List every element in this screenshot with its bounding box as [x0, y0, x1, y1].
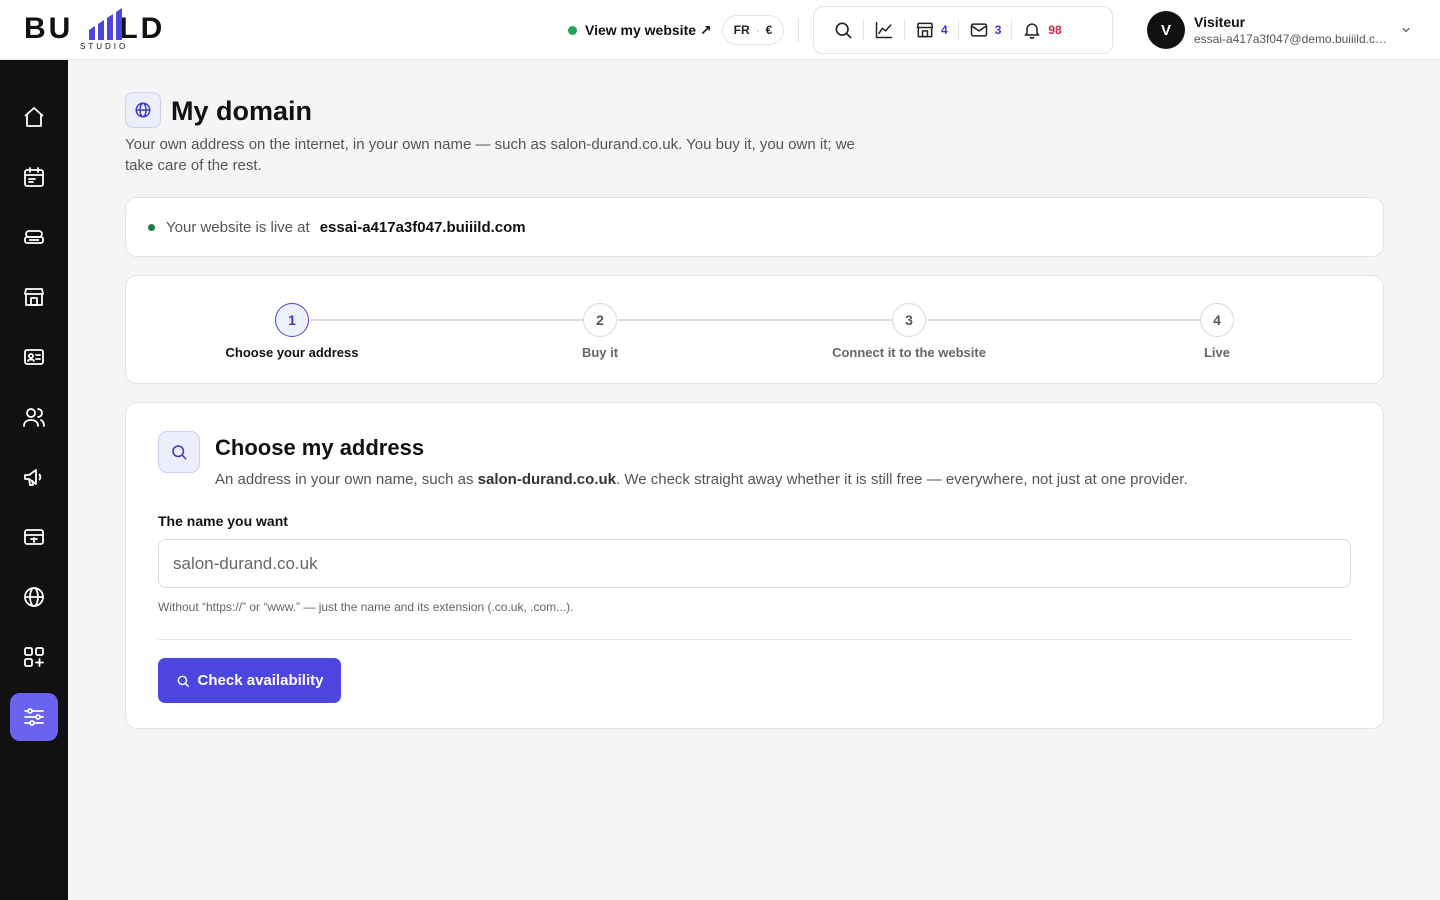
services-icon	[24, 230, 44, 244]
notifications-count-badge: 98	[1048, 23, 1062, 37]
logo-text-left: BU	[24, 12, 74, 45]
language-currency-switcher[interactable]: FR · €	[722, 15, 784, 45]
messages-button[interactable]: 3	[962, 14, 1009, 46]
globe-icon	[135, 102, 151, 118]
sidebar-item-marketing[interactable]	[10, 453, 58, 501]
shop-icon	[24, 288, 44, 306]
page-title: My domain	[171, 96, 313, 126]
page-description: Your own address on the internet, in you…	[125, 136, 855, 174]
step-4-label: Live	[1203, 345, 1230, 360]
sidebar-item-shop[interactable]	[10, 273, 58, 321]
domain-name-label: The name you want	[158, 513, 288, 529]
sidebar-item-payments[interactable]	[10, 513, 58, 561]
step-2-indicator: 2	[583, 303, 617, 337]
user-email: essai-a417a3f047@demo.buiiild.com	[1194, 32, 1390, 46]
toolbar-divider	[904, 19, 905, 41]
header-toolbar: 4 3 98	[813, 6, 1113, 54]
form-description-prefix: An address in your own name, such as	[215, 471, 478, 488]
payment-card-icon	[24, 529, 44, 545]
sidebar-item-calendar[interactable]	[10, 153, 58, 201]
view-website-link[interactable]: View my website ↗	[568, 18, 712, 42]
step-1-label: Choose your address	[225, 345, 359, 360]
sidebar-item-users[interactable]	[10, 393, 58, 441]
sidebar	[0, 60, 68, 900]
domain-name-input[interactable]	[158, 539, 1351, 588]
bell-icon	[1024, 23, 1040, 40]
search-button[interactable]	[826, 14, 860, 46]
choose-address-card: Choose my address An address in your own…	[125, 402, 1384, 729]
notifications-button[interactable]: 98	[1015, 14, 1068, 46]
domain-name-hint: Without “https://” or “www.” — just the …	[158, 600, 574, 614]
form-description-example: salon-durand.co.uk	[477, 471, 616, 488]
sidebar-item-apps[interactable]	[10, 633, 58, 681]
step-connector	[310, 319, 584, 321]
mail-icon	[970, 23, 987, 37]
page-icon	[125, 92, 161, 128]
store-count-badge: 4	[941, 23, 948, 37]
store-orders-button[interactable]: 4	[908, 14, 955, 46]
store-icon	[916, 22, 934, 38]
step-connector	[618, 319, 893, 321]
top-bar: BULD STUDIO View my website ↗ FR · € 4	[0, 0, 1440, 60]
step-1-indicator: 1	[275, 303, 309, 337]
user-info: Visiteur essai-a417a3f047@demo.buiiild.c…	[1194, 13, 1390, 47]
language-code: FR	[733, 23, 750, 37]
chart-icon	[875, 21, 893, 39]
step-2-label: Buy it	[581, 345, 619, 360]
toolbar-divider	[1011, 19, 1013, 41]
search-icon	[835, 22, 852, 39]
form-description-suffix: . We check straight away whether it is s…	[616, 471, 1188, 488]
domain-steps: 1 Choose your address 2 Buy it 3 Connect…	[125, 275, 1384, 384]
chevron-down-icon	[1402, 27, 1410, 33]
live-status-label: Your website is live at	[166, 218, 310, 236]
user-name: Visiteur	[1194, 14, 1246, 30]
sidebar-item-settings[interactable]	[10, 693, 58, 741]
calendar-icon	[24, 167, 44, 187]
check-availability-button[interactable]: Check availability	[158, 658, 341, 703]
form-divider	[158, 639, 1351, 640]
contact-card-icon	[24, 349, 44, 365]
globe-icon	[24, 587, 44, 607]
sidebar-item-domain[interactable]	[10, 573, 58, 621]
step-connector	[927, 319, 1201, 321]
step-4-indicator: 4	[1200, 303, 1234, 337]
search-icon	[177, 675, 189, 687]
form-description: An address in your own name, such as sal…	[215, 471, 1188, 488]
toolbar-divider	[957, 19, 959, 41]
step-3-label: Connect it to the website	[832, 345, 986, 360]
users-icon	[23, 408, 45, 427]
toolbar-divider	[863, 19, 864, 41]
switcher-separator: ·	[755, 23, 760, 37]
header-divider	[798, 18, 799, 42]
sidebar-item-home[interactable]	[10, 93, 58, 141]
analytics-button[interactable]	[867, 14, 901, 46]
live-domain: essai-a417a3f047.buiiild.com	[319, 218, 526, 236]
home-icon	[24, 107, 44, 127]
form-title: Choose my address	[215, 435, 425, 460]
settings-sliders-icon	[24, 708, 44, 726]
currency-symbol: €	[765, 23, 773, 37]
logo-bars-icon	[89, 8, 122, 40]
search-icon	[172, 445, 187, 460]
messages-count-badge: 3	[994, 23, 1002, 37]
avatar: V	[1147, 11, 1185, 49]
brand-logo[interactable]: BU LD STUDIO	[24, 8, 184, 52]
form-icon	[158, 431, 200, 473]
logo-subtitle: STUDIO	[80, 42, 129, 51]
check-availability-label: Check availability	[197, 672, 324, 689]
megaphone-icon	[24, 469, 42, 486]
step-3-indicator: 3	[892, 303, 926, 337]
sidebar-item-services[interactable]	[10, 213, 58, 261]
user-menu[interactable]: V Visiteur essai-a417a3f047@demo.buiiild…	[1147, 11, 1417, 49]
sidebar-item-contacts[interactable]	[10, 333, 58, 381]
apps-icon	[24, 647, 44, 667]
view-website-label: View my website ↗	[585, 21, 712, 38]
online-status-dot	[568, 25, 577, 35]
live-status-card: Your website is live at essai-a417a3f047…	[125, 197, 1384, 257]
live-status-dot	[148, 223, 155, 231]
